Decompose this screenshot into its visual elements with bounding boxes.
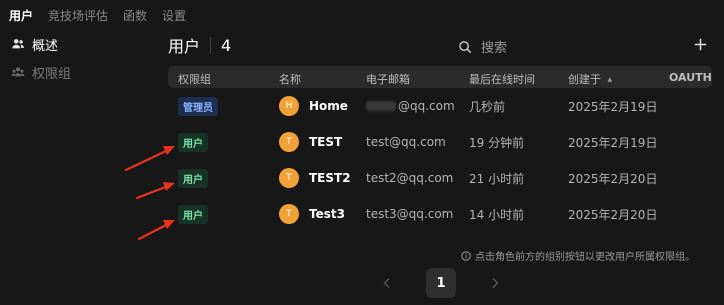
users-table: 权限组 名称 电子邮箱 最后在线时间 创建于 ▲ OAUTH 管理员 H Hom… bbox=[168, 66, 712, 232]
help-note-text: 点击角色前方的组别按钮以更改用户所属权限组。 bbox=[475, 252, 695, 263]
tab-users[interactable]: 用户 bbox=[9, 7, 33, 24]
tab-settings[interactable]: 设置 bbox=[162, 7, 186, 24]
info-icon bbox=[461, 250, 471, 261]
users-icon bbox=[12, 39, 24, 49]
table-row: 用户 T TEST2 test2@qq.com 21 小时前 2025年2月20… bbox=[168, 160, 712, 196]
column-header-name[interactable]: 名称 bbox=[279, 71, 301, 87]
created-date: 2025年2月19日 bbox=[568, 99, 658, 114]
sidebar: 概述 权限组 bbox=[0, 30, 150, 86]
column-header-oauth[interactable]: OAUTH bbox=[669, 71, 712, 84]
column-header-email[interactable]: 电子邮箱 bbox=[366, 71, 410, 87]
sidebar-item-label: 概述 bbox=[32, 38, 59, 54]
role-badge[interactable]: 用户 bbox=[178, 132, 208, 152]
sidebar-item-groups[interactable]: 权限组 bbox=[0, 58, 150, 86]
role-badge[interactable]: 管理员 bbox=[178, 96, 218, 116]
table-header: 权限组 名称 电子邮箱 最后在线时间 创建于 ▲ OAUTH bbox=[168, 66, 712, 88]
role-badge[interactable]: 用户 bbox=[178, 204, 208, 224]
search-icon bbox=[459, 40, 472, 53]
group-icon bbox=[11, 67, 25, 77]
last-online: 14 小时前 bbox=[469, 207, 525, 222]
last-online: 21 小时前 bbox=[469, 171, 525, 186]
table-row: 用户 T Test3 test3@qq.com 14 小时前 2025年2月20… bbox=[168, 196, 712, 232]
prev-page-button[interactable] bbox=[374, 268, 400, 298]
next-page-button[interactable] bbox=[482, 268, 508, 298]
sidebar-item-overview[interactable]: 概述 bbox=[0, 30, 150, 58]
email-redacted bbox=[366, 101, 396, 111]
created-date: 2025年2月20日 bbox=[568, 171, 658, 186]
help-note: 点击角色前方的组别按钮以更改用户所属权限组。 bbox=[461, 248, 695, 263]
created-date: 2025年2月19日 bbox=[568, 135, 658, 150]
user-name: TEST bbox=[309, 135, 343, 149]
tab-functions[interactable]: 函数 bbox=[123, 7, 147, 24]
role-badge[interactable]: 用户 bbox=[178, 168, 208, 188]
user-email: test2@qq.com bbox=[366, 171, 454, 185]
created-date: 2025年2月20日 bbox=[568, 207, 658, 222]
top-nav: 用户 竞技场评估 函数 设置 bbox=[0, 0, 186, 30]
chevron-right-icon bbox=[492, 278, 499, 288]
last-online: 19 分钟前 bbox=[469, 135, 525, 150]
search-placeholder: 搜索 bbox=[481, 41, 508, 56]
avatar: T bbox=[279, 204, 299, 224]
page-number-button[interactable]: 1 bbox=[426, 268, 456, 298]
user-name: Home bbox=[309, 99, 348, 113]
chevron-left-icon bbox=[383, 278, 390, 288]
plus-icon bbox=[694, 38, 706, 50]
add-user-button[interactable] bbox=[690, 32, 710, 56]
user-count: 4 bbox=[221, 35, 232, 55]
column-header-last-online[interactable]: 最后在线时间 bbox=[469, 71, 535, 87]
user-name: TEST2 bbox=[309, 171, 351, 185]
search-input[interactable]: 搜索 bbox=[458, 37, 507, 56]
pagination: 1 bbox=[374, 268, 508, 298]
user-email: @qq.com bbox=[398, 99, 455, 113]
column-header-created-label: 创建于 bbox=[568, 73, 601, 86]
page-header: 用户 4 bbox=[168, 30, 712, 60]
sort-ascending-icon: ▲ bbox=[607, 76, 613, 83]
column-header-created[interactable]: 创建于 ▲ bbox=[568, 71, 612, 87]
user-email: test3@qq.com bbox=[366, 207, 454, 221]
table-row: 用户 T TEST test@qq.com 19 分钟前 2025年2月19日 bbox=[168, 124, 712, 160]
tab-arena[interactable]: 竞技场评估 bbox=[48, 7, 108, 24]
sidebar-item-label: 权限组 bbox=[32, 66, 72, 82]
table-row: 管理员 H Home @qq.com 几秒前 2025年2月19日 bbox=[168, 88, 712, 124]
page-title: 用户 bbox=[168, 37, 201, 56]
last-online: 几秒前 bbox=[469, 99, 506, 114]
user-email: test@qq.com bbox=[366, 135, 446, 149]
avatar: T bbox=[279, 168, 299, 188]
avatar: H bbox=[279, 96, 299, 116]
title-divider bbox=[210, 36, 212, 54]
user-name: Test3 bbox=[309, 207, 345, 221]
main-panel: 用户 4 搜索 权限组 名称 电子邮箱 最后在线时间 创建于 ▲ OAUTH 管… bbox=[168, 30, 712, 224]
avatar: T bbox=[279, 132, 299, 152]
column-header-role[interactable]: 权限组 bbox=[178, 71, 211, 87]
